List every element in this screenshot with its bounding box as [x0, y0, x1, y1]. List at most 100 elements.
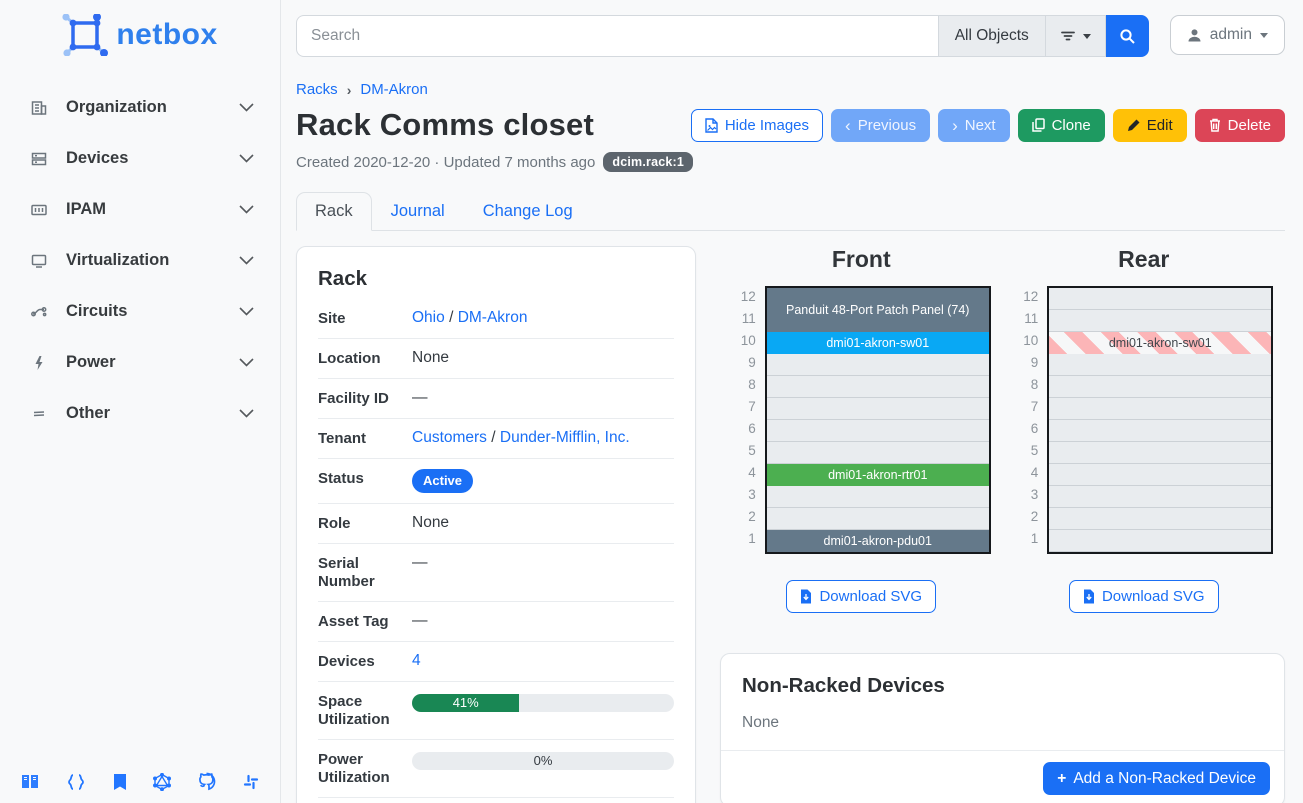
circuits-nodes-icon: [28, 303, 50, 321]
breadcrumb: Racks › DM-Akron: [296, 81, 1285, 98]
empty-rack-unit[interactable]: [1049, 530, 1271, 552]
rear-download-svg-button[interactable]: Download SVG: [1069, 580, 1219, 613]
front-download-svg-button[interactable]: Download SVG: [786, 580, 936, 613]
empty-rack-unit[interactable]: [767, 508, 989, 530]
topbar: All Objects: [296, 15, 1285, 57]
chevron-right-icon: ›: [952, 117, 958, 134]
rack-group-link[interactable]: DM-Akron: [458, 309, 528, 326]
netbox-logo-icon: [62, 14, 108, 56]
next-button[interactable]: › Next: [938, 109, 1010, 142]
rack-device[interactable]: dmi01-akron-sw01: [1049, 332, 1271, 354]
empty-rack-unit[interactable]: [1049, 442, 1271, 464]
facility-id-row: Facility ID —: [318, 379, 674, 419]
tab-rack[interactable]: Rack: [296, 192, 372, 231]
unit-number: 4: [1014, 462, 1038, 484]
rear-elevation-title: Rear: [1118, 246, 1169, 273]
empty-rack-unit[interactable]: [1049, 398, 1271, 420]
sidebar-item-organization[interactable]: Organization: [0, 82, 280, 133]
non-racked-devices-card: Non-Racked Devices None + Add a Non-Rack…: [720, 653, 1285, 803]
tenant-group-link[interactable]: Customers: [412, 429, 487, 446]
page-title: Rack Comms closet: [296, 107, 594, 143]
search-input[interactable]: [296, 15, 938, 57]
sidebar-item-ipam[interactable]: IPAM: [0, 184, 280, 235]
empty-rack-unit[interactable]: [1049, 508, 1271, 530]
empty-rack-unit[interactable]: [767, 420, 989, 442]
empty-rack-unit[interactable]: [1049, 288, 1271, 310]
sidebar-item-circuits[interactable]: Circuits: [0, 286, 280, 337]
sidebar-item-devices[interactable]: Devices: [0, 133, 280, 184]
unit-number: 4: [732, 462, 756, 484]
status-row: Status Active: [318, 459, 674, 504]
graphql-icon[interactable]: [153, 773, 171, 791]
site-link[interactable]: Ohio: [412, 309, 445, 326]
clone-button[interactable]: Clone: [1018, 109, 1105, 142]
role-row: Role None: [318, 504, 674, 544]
netbox-logo[interactable]: netbox: [0, 14, 280, 56]
tab-change-log[interactable]: Change Log: [464, 192, 592, 231]
space-utilization-fill: 41%: [412, 694, 519, 712]
sidebar-nav: Organization Devices: [0, 82, 280, 439]
empty-rack-unit[interactable]: [1049, 464, 1271, 486]
tenant-link[interactable]: Dunder-Mifflin, Inc.: [500, 429, 630, 446]
rest-api-braces-icon[interactable]: [66, 773, 86, 791]
empty-rack-unit[interactable]: [1049, 376, 1271, 398]
edit-button[interactable]: Edit: [1113, 109, 1187, 142]
empty-rack-unit[interactable]: [767, 442, 989, 464]
hide-images-button[interactable]: Hide Images: [691, 109, 823, 142]
unit-number: 7: [732, 396, 756, 418]
chevron-left-icon: ‹: [845, 117, 851, 134]
devices-count-link[interactable]: 4: [412, 652, 421, 669]
search-submit-button[interactable]: [1106, 15, 1149, 57]
sidebar-item-power[interactable]: Power: [0, 337, 280, 388]
empty-rack-unit[interactable]: [1049, 486, 1271, 508]
empty-rack-unit[interactable]: [1049, 420, 1271, 442]
user-icon: [1187, 28, 1202, 43]
search-filter-button[interactable]: [1045, 15, 1106, 57]
sidebar-item-virtualization[interactable]: Virtualization: [0, 235, 280, 286]
pencil-icon: [1127, 119, 1140, 132]
breadcrumb-rack-group-link[interactable]: DM-Akron: [360, 81, 428, 98]
slack-icon[interactable]: [242, 773, 260, 791]
unit-number: 10: [732, 330, 756, 352]
filter-icon: [1060, 30, 1076, 42]
previous-button[interactable]: ‹ Previous: [831, 109, 930, 142]
breadcrumb-racks-link[interactable]: Racks: [296, 81, 338, 98]
unit-number: 2: [1014, 506, 1038, 528]
empty-rack-unit[interactable]: [767, 354, 989, 376]
unit-number: 8: [732, 374, 756, 396]
unit-number: 8: [1014, 374, 1038, 396]
github-icon[interactable]: [197, 772, 216, 791]
delete-button[interactable]: Delete: [1195, 109, 1285, 142]
empty-rack-unit[interactable]: [1049, 310, 1271, 332]
chevron-down-icon: [239, 358, 254, 367]
copy-icon: [1032, 118, 1045, 132]
netbox-logo-text: netbox: [116, 18, 217, 52]
rack-device[interactable]: dmi01-akron-rtr01: [767, 464, 989, 486]
rack-device[interactable]: dmi01-akron-sw01: [767, 332, 989, 354]
front-unit-numbers: 121110987654321: [732, 286, 756, 554]
unit-number: 11: [732, 308, 756, 330]
sidebar-item-other[interactable]: Other: [0, 388, 280, 439]
non-racked-devices-title: Non-Racked Devices: [742, 674, 1263, 698]
asset-tag-row: Asset Tag —: [318, 602, 674, 642]
empty-rack-unit[interactable]: [767, 486, 989, 508]
other-lines-icon: [28, 405, 50, 423]
user-menu-button[interactable]: admin: [1170, 15, 1285, 55]
image-file-icon: [705, 118, 718, 133]
tab-bar: Rack Journal Change Log: [296, 192, 1285, 231]
object-meta: Created 2020-12-20 · Updated 7 months ag…: [296, 152, 1285, 172]
empty-rack-unit[interactable]: [767, 398, 989, 420]
unit-number: 6: [732, 418, 756, 440]
api-docs-book-icon[interactable]: [112, 773, 128, 791]
page-header: Rack Comms closet Hide Images ‹ Previous…: [296, 107, 1285, 143]
empty-rack-unit[interactable]: [1049, 354, 1271, 376]
rack-device[interactable]: dmi01-akron-pdu01: [767, 530, 989, 552]
rack-device[interactable]: Panduit 48-Port Patch Panel (74): [767, 288, 989, 332]
add-non-racked-device-button[interactable]: + Add a Non-Racked Device: [1043, 762, 1270, 795]
docs-book-icon[interactable]: [20, 773, 40, 791]
search-scope-select[interactable]: All Objects: [938, 15, 1045, 57]
status-badge: Active: [412, 469, 473, 493]
empty-rack-unit[interactable]: [767, 376, 989, 398]
devices-server-icon: [28, 150, 50, 168]
tab-journal[interactable]: Journal: [372, 192, 464, 231]
